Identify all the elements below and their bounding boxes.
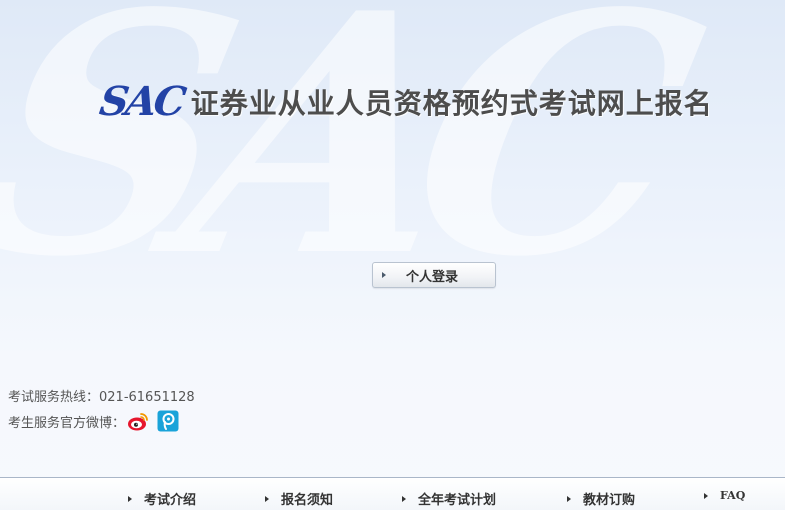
arrow-right-icon	[128, 495, 132, 502]
page-header: SAC 证券业从业人员资格预约式考试网上报名	[96, 78, 713, 125]
official-weibo-row: 考生服务官方微博：	[8, 410, 179, 432]
nav-label: FAQ	[720, 489, 746, 502]
nav-faq[interactable]: FAQ	[704, 489, 745, 502]
arrow-right-icon	[704, 492, 708, 499]
nav-label: 考试介绍	[144, 493, 197, 508]
service-hotline: 考试服务热线：021-61651128	[8, 390, 195, 405]
personal-login-button[interactable]: 个人登录	[372, 262, 496, 288]
footer-nav: 考试介绍 报名须知 全年考试计划 教材订购 FAQ	[0, 477, 785, 510]
nav-label: 报名须知	[281, 493, 334, 508]
page-title: 证券业从业人员资格预约式考试网上报名	[190, 87, 713, 120]
arrow-right-icon	[265, 495, 269, 502]
nav-registration-notice[interactable]: 报名须知	[265, 489, 333, 508]
nav-label: 教材订购	[583, 493, 636, 508]
nav-label: 全年考试计划	[418, 493, 497, 508]
arrow-right-icon	[567, 495, 571, 502]
arrow-right-icon	[402, 495, 406, 502]
personal-login-label: 个人登录	[406, 269, 459, 285]
sina-weibo-icon[interactable]	[127, 410, 149, 432]
nav-exam-intro[interactable]: 考试介绍	[128, 489, 196, 508]
official-weibo-label: 考生服务官方微博：	[8, 415, 126, 431]
sac-watermark: SAC	[0, 0, 699, 329]
sac-logo: SAC	[96, 78, 187, 125]
tencent-weibo-icon[interactable]	[157, 410, 179, 432]
nav-textbook-order[interactable]: 教材订购	[567, 489, 635, 508]
arrow-right-icon	[382, 272, 386, 278]
nav-annual-exam-plan[interactable]: 全年考试计划	[402, 489, 496, 508]
